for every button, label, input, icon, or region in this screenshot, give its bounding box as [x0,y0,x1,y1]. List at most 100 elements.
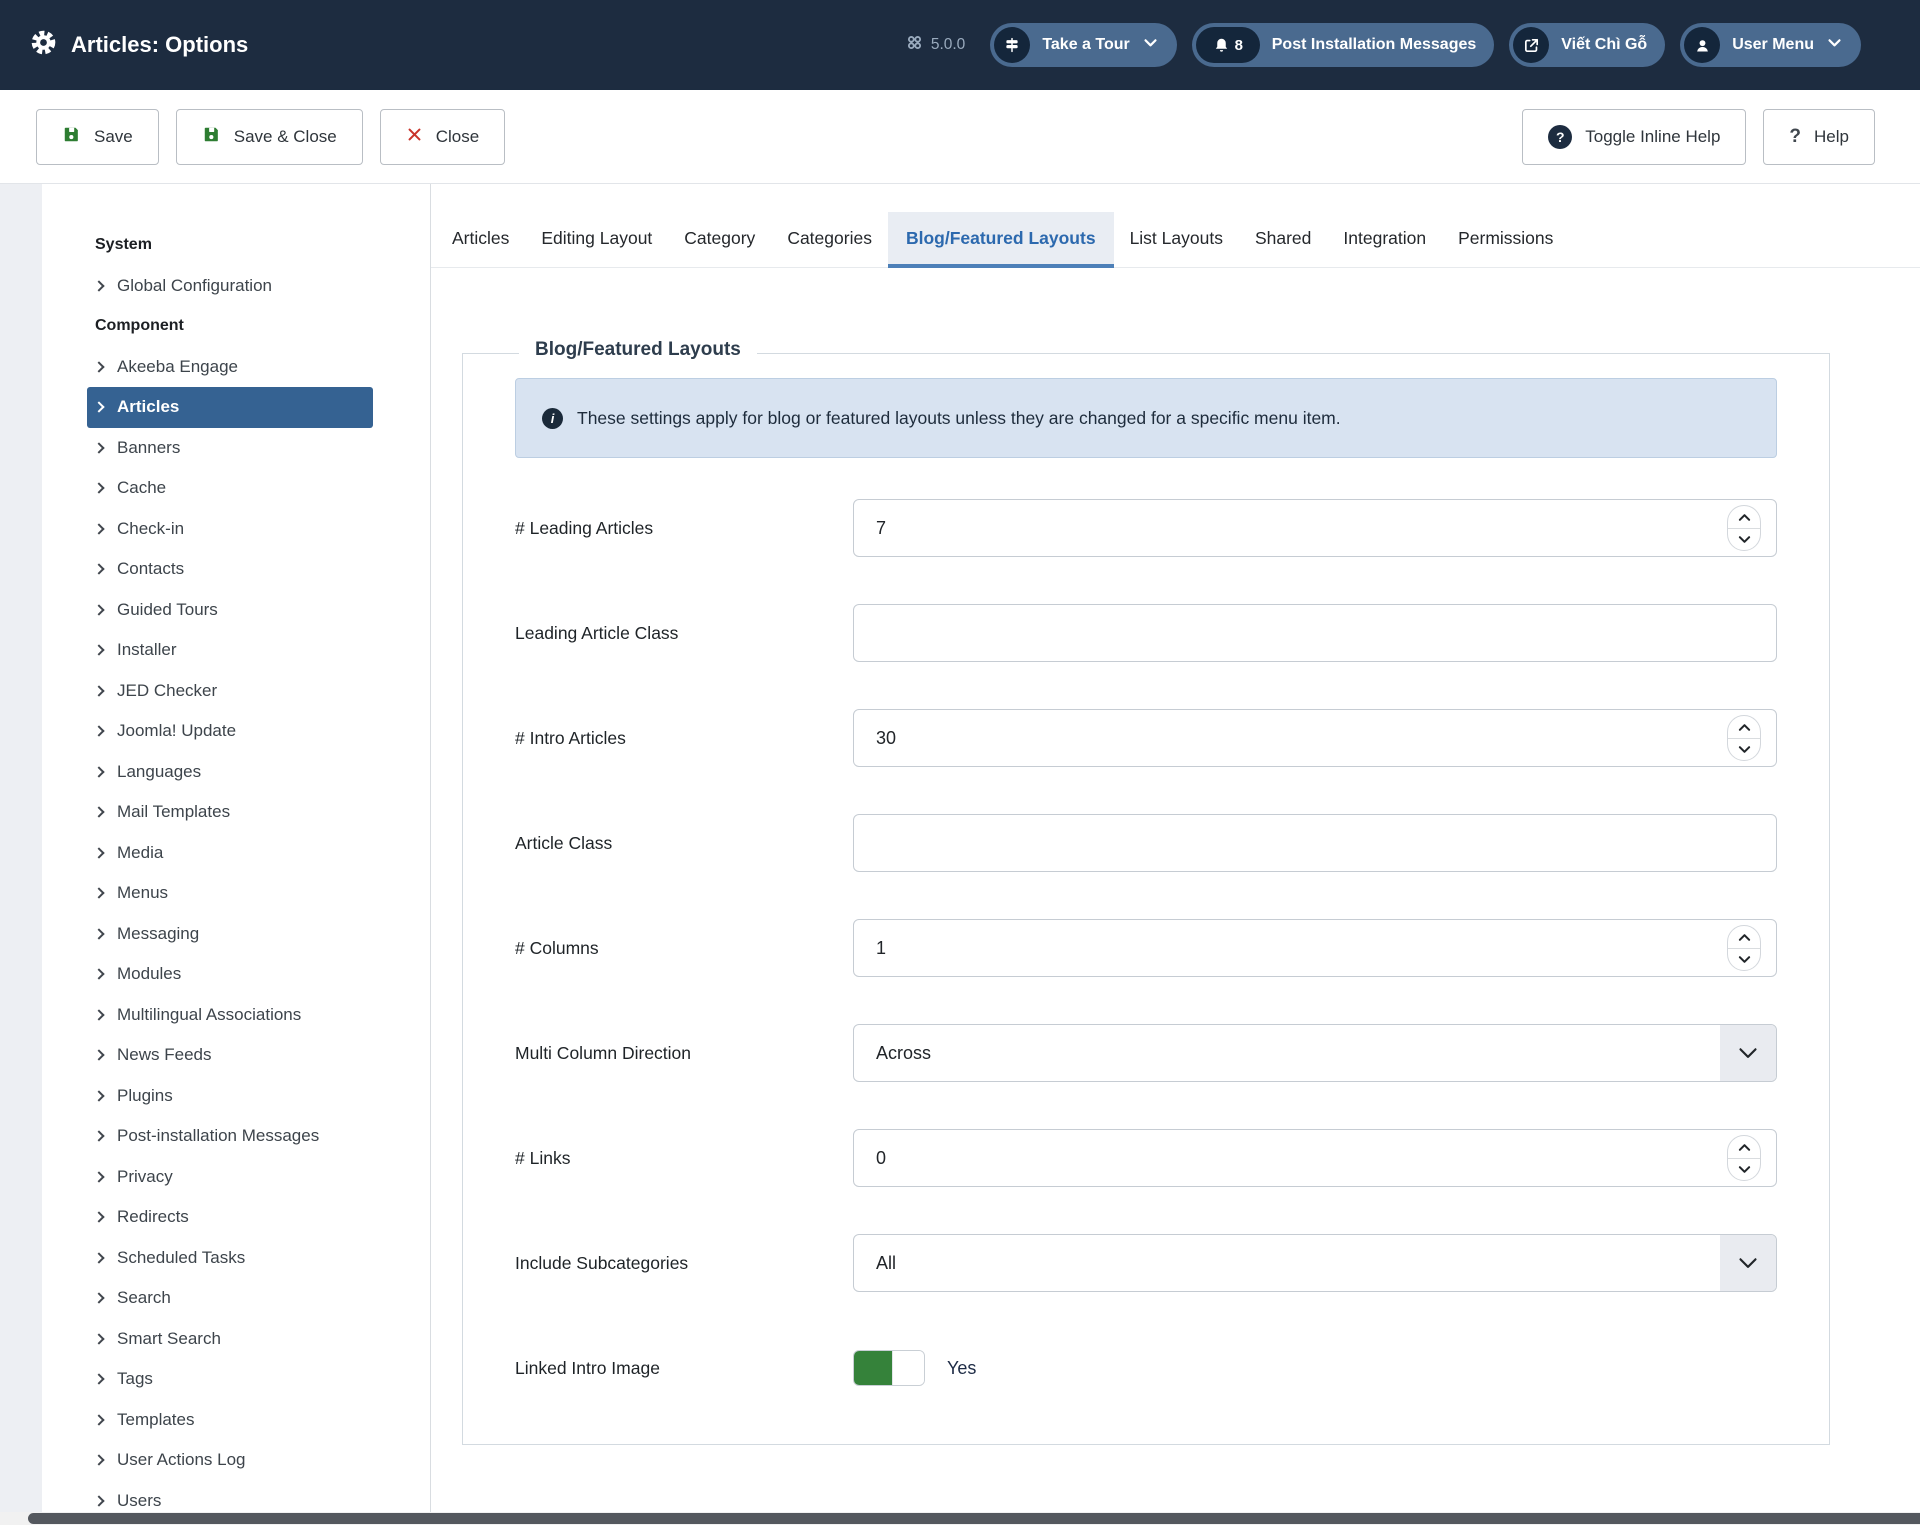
chevron-down-icon [1720,1235,1776,1291]
chevron-right-icon [93,1050,104,1061]
tab[interactable]: Blog/Featured Layouts [888,212,1114,268]
sidebar-item[interactable]: Messaging [87,914,373,955]
spinner-up-icon[interactable] [1728,506,1760,528]
sidebar-item[interactable]: Contacts [87,549,373,590]
sidebar-item[interactable]: Menus [87,873,373,914]
sidebar-item-label: Cache [117,478,166,498]
info-alert: i These settings apply for blog or featu… [515,378,1777,458]
chevron-right-icon [93,888,104,899]
sidebar-item[interactable]: Cache [87,468,373,509]
sidebar-item[interactable]: Privacy [87,1157,373,1198]
columns-input[interactable] [853,919,1777,977]
sidebar-item-label: Smart Search [117,1329,221,1349]
help-button[interactable]: ? Help [1763,109,1875,165]
field-row-article-class: Article Class [515,814,1777,872]
chevron-right-icon [93,1333,104,1344]
tab[interactable]: Shared [1239,212,1327,268]
sidebar-item-label: Plugins [117,1086,173,1106]
site-link-button[interactable]: Viết Chì Gỗ [1509,23,1665,67]
gear-icon [30,29,57,61]
chevron-right-icon [93,1212,104,1223]
chevron-right-icon [93,361,104,372]
spinner-down-icon[interactable] [1728,738,1760,760]
sidebar-item[interactable]: Templates [87,1400,373,1441]
spinner-down-icon[interactable] [1728,528,1760,550]
sidebar-item[interactable]: JED Checker [87,671,373,712]
chevron-right-icon [93,280,104,291]
number-spinner[interactable] [1727,925,1761,971]
tab[interactable]: Category [668,212,771,268]
sidebar-item[interactable]: Mail Templates [87,792,373,833]
sidebar-item[interactable]: Tags [87,1359,373,1400]
save-and-close-button[interactable]: Save & Close [176,109,363,165]
sidebar-item-label: Redirects [117,1207,189,1227]
user-menu-button[interactable]: User Menu [1680,23,1861,67]
include-subcategories-select[interactable]: All [853,1234,1777,1292]
save-icon [62,125,81,149]
sidebar-item[interactable]: Multilingual Associations [87,995,373,1036]
sidebar-item[interactable]: Media [87,833,373,874]
sidebar-item[interactable]: Modules [87,954,373,995]
sidebar-item[interactable]: Scheduled Tasks [87,1238,373,1279]
blog-featured-layouts-fieldset: Blog/Featured Layouts i These settings a… [462,353,1830,1445]
tab-label: Categories [787,228,872,249]
toggle-inline-help-button[interactable]: ? Toggle Inline Help [1522,109,1746,165]
sidebar-item[interactable]: Installer [87,630,373,671]
leading-article-class-input[interactable] [853,604,1777,662]
spinner-up-icon[interactable] [1728,926,1760,948]
field-label: Linked Intro Image [515,1358,853,1379]
sidebar-item[interactable]: Plugins [87,1076,373,1117]
sidebar-item[interactable]: User Actions Log [87,1440,373,1481]
sidebar-item[interactable]: Users [87,1481,373,1513]
post-installation-messages-button[interactable]: 8 Post Installation Messages [1192,23,1495,67]
sidebar-item[interactable]: Articles [87,387,373,428]
take-a-tour-button[interactable]: Take a Tour [990,23,1176,67]
sidebar-item[interactable]: Guided Tours [87,590,373,631]
intro-articles-input[interactable] [853,709,1777,767]
tab-label: Editing Layout [541,228,652,249]
tab[interactable]: Editing Layout [525,212,668,268]
sidebar-item[interactable]: Check-in [87,509,373,550]
sidebar-item[interactable]: Banners [87,428,373,469]
tab[interactable]: List Layouts [1114,212,1239,268]
spinner-down-icon[interactable] [1728,948,1760,970]
sidebar-item-label: Global Configuration [117,276,272,296]
close-button[interactable]: Close [380,109,505,165]
sidebar-item[interactable]: Search [87,1278,373,1319]
tab[interactable]: Categories [771,212,888,268]
sidebar-item-label: Banners [117,438,180,458]
sidebar-item-label: Multilingual Associations [117,1005,301,1025]
sidebar-item[interactable]: Akeeba Engage [87,347,373,388]
chevron-right-icon [93,969,104,980]
sidebar-item[interactable]: News Feeds [87,1035,373,1076]
article-class-input[interactable] [853,814,1777,872]
chevron-right-icon [93,1131,104,1142]
close-label: Close [436,127,479,147]
horizontal-scrollbar-thumb[interactable] [28,1513,1920,1524]
sidebar-item[interactable]: Post-installation Messages [87,1116,373,1157]
number-spinner[interactable] [1727,1135,1761,1181]
spinner-up-icon[interactable] [1728,716,1760,738]
chevron-right-icon [93,564,104,575]
tab[interactable]: Articles [436,212,525,268]
version-label: 5.0.0 [931,36,965,54]
sidebar-item[interactable]: Smart Search [87,1319,373,1360]
leading-articles-input[interactable] [853,499,1777,557]
tab-label: Category [684,228,755,249]
tab[interactable]: Integration [1327,212,1442,268]
linked-intro-image-toggle[interactable] [853,1350,925,1386]
spinner-down-icon[interactable] [1728,1158,1760,1180]
number-spinner[interactable] [1727,715,1761,761]
save-button[interactable]: Save [36,109,159,165]
tab[interactable]: Permissions [1442,212,1569,268]
number-spinner[interactable] [1727,505,1761,551]
sidebar-item[interactable]: Global Configuration [87,266,373,307]
sidebar-item[interactable]: Redirects [87,1197,373,1238]
field-label: # Intro Articles [515,728,853,749]
sidebar-item[interactable]: Languages [87,752,373,793]
spinner-up-icon[interactable] [1728,1136,1760,1158]
sidebar-item[interactable]: Joomla! Update [87,711,373,752]
links-input[interactable] [853,1129,1777,1187]
multi-column-direction-select[interactable]: Across [853,1024,1777,1082]
sidebar-item-label: Scheduled Tasks [117,1248,245,1268]
